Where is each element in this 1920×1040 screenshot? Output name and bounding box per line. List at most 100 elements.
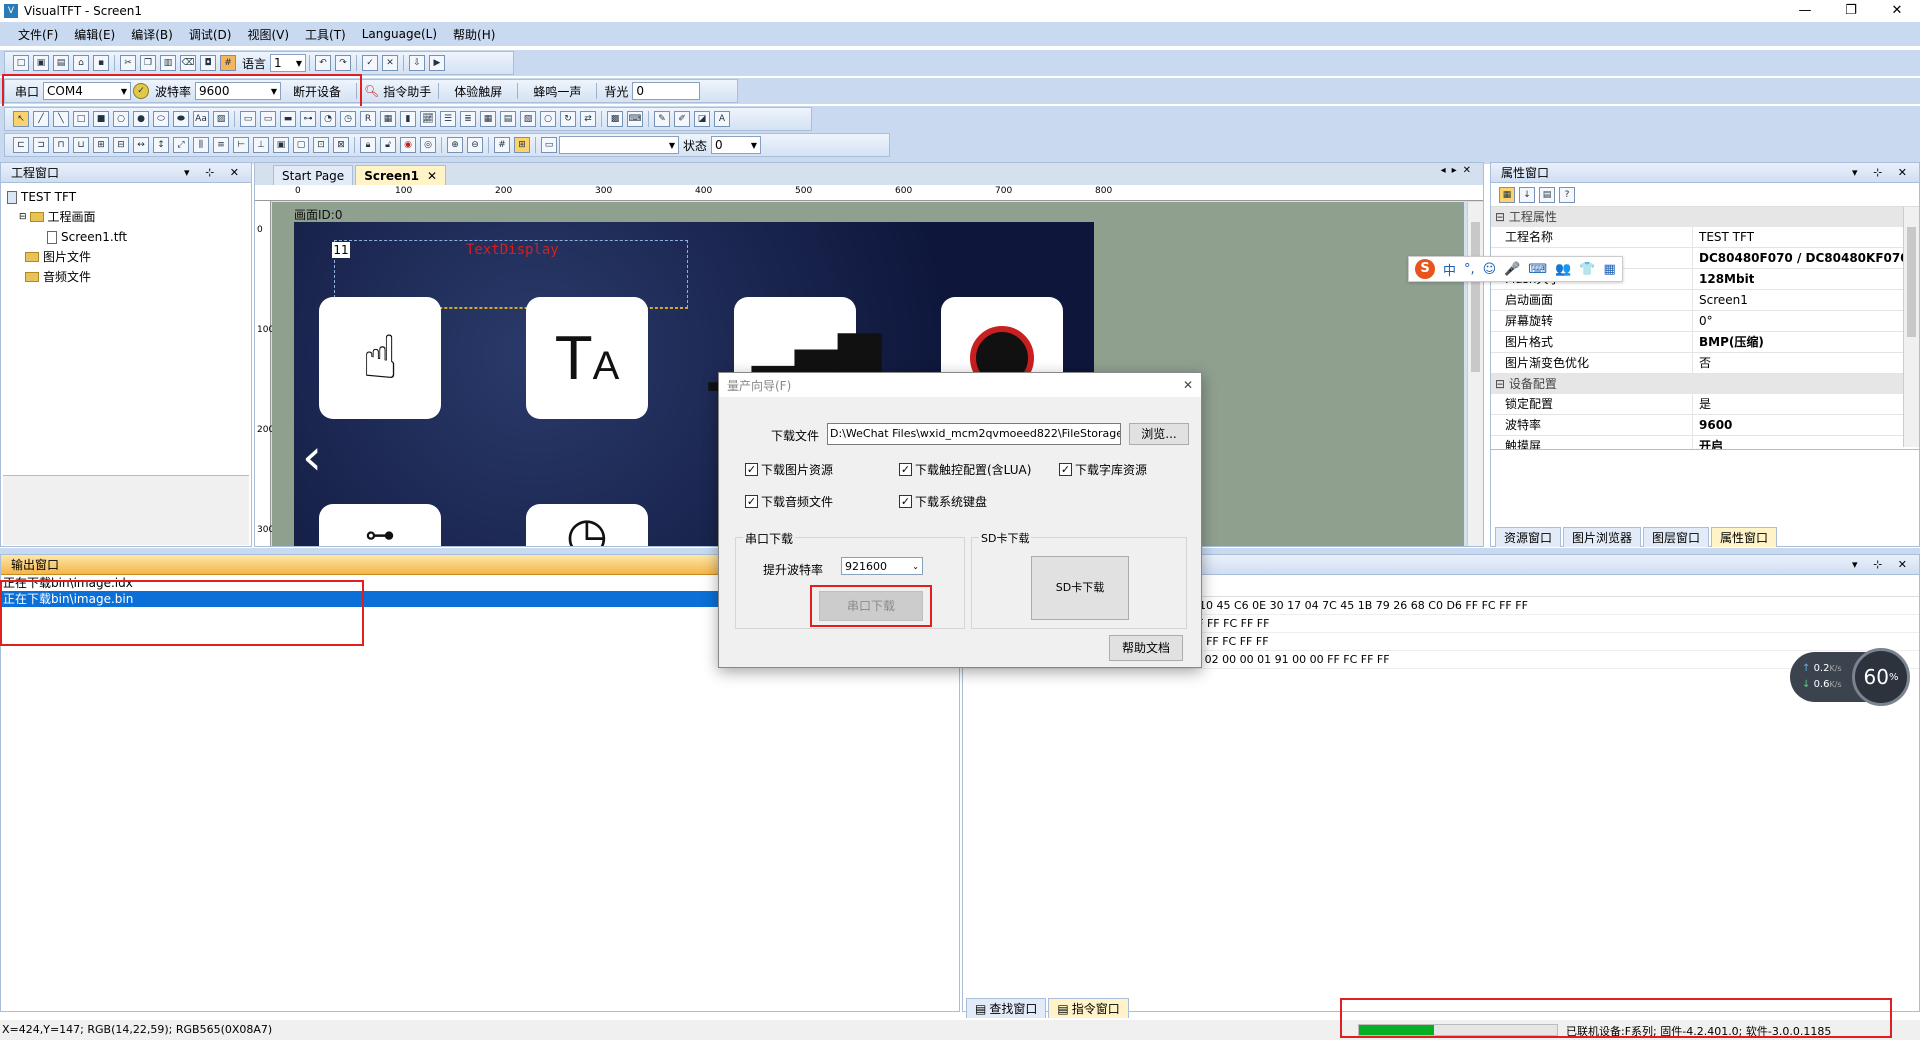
pen-icon[interactable]: ✐ xyxy=(674,111,690,127)
ime-voice-icon[interactable]: 🎤 xyxy=(1504,262,1520,277)
check-images[interactable]: ✓ 下载图片资源 xyxy=(745,461,833,478)
maximize-button[interactable]: ❐ xyxy=(1828,0,1874,22)
menu-tools[interactable]: 工具(T) xyxy=(297,26,354,43)
chart-icon[interactable]: 📈︎ xyxy=(420,111,436,127)
state-select[interactable]: 0 ▼ xyxy=(711,136,762,154)
hide-icon[interactable]: ◉ xyxy=(400,137,416,153)
ime-user-icon[interactable]: 👥 xyxy=(1555,262,1571,277)
battery-icon[interactable]: ▮ xyxy=(400,111,416,127)
menu-file[interactable]: 文件(F) xyxy=(10,26,66,43)
tools-icon[interactable]: ✕ xyxy=(382,55,399,71)
tab-properties[interactable]: 属性窗口 xyxy=(1711,527,1778,547)
property-row[interactable]: 屏幕旋转 0° xyxy=(1491,311,1919,332)
filled-rect-icon[interactable]: ■ xyxy=(93,111,109,127)
ime-chinese-toggle[interactable]: 中 xyxy=(1443,260,1456,279)
snap-icon[interactable]: ⊞ xyxy=(514,137,530,153)
property-row[interactable]: 锁定配置是 xyxy=(1491,394,1919,415)
scrollbar-thumb[interactable] xyxy=(1471,222,1480,372)
brush-icon[interactable]: ✎ xyxy=(654,111,670,127)
backlight-input[interactable]: 0 xyxy=(632,82,701,100)
menu-language[interactable]: Language(L) xyxy=(354,27,445,41)
category-device[interactable]: ⊟ 设备配置 xyxy=(1491,374,1919,394)
compile-icon[interactable]: ✓ xyxy=(362,55,379,71)
bring-front-icon[interactable]: ▣ xyxy=(273,137,289,153)
delete-icon[interactable]: ⌫ xyxy=(180,55,196,71)
properties-scrollbar[interactable] xyxy=(1903,207,1919,447)
new-icon[interactable]: □ xyxy=(13,55,29,71)
slider-tile[interactable]: ⊶ xyxy=(319,504,441,546)
show-icon[interactable]: ◎ xyxy=(420,137,436,153)
rtc-icon[interactable]: R xyxy=(360,111,376,127)
menu-debug[interactable]: 调试(D) xyxy=(181,26,240,43)
property-value[interactable]: 128Mbit xyxy=(1693,269,1754,290)
tree-item-screens[interactable]: ⊟ 工程画面 xyxy=(7,207,251,227)
canvas-scrollbar[interactable] xyxy=(1467,202,1483,546)
tree-item-audio[interactable]: 音频文件 xyxy=(7,267,251,287)
fill-color-icon[interactable]: ◪ xyxy=(694,111,710,127)
tab-start-page[interactable]: Start Page xyxy=(273,165,354,185)
distribute-v-icon[interactable]: ≡ xyxy=(213,137,229,153)
center-v-icon[interactable]: ⊥ xyxy=(253,137,269,153)
line-icon[interactable]: ╱ xyxy=(33,111,49,127)
tab-screen1[interactable]: Screen1 ✕ xyxy=(355,165,447,185)
slider-icon[interactable]: ⊶ xyxy=(300,111,316,127)
ime-skin-icon[interactable]: 👕 xyxy=(1579,262,1595,277)
open-folder-icon[interactable]: ⌂ xyxy=(73,55,89,71)
redo-icon[interactable]: ↷ xyxy=(335,55,352,71)
property-value[interactable]: 是 xyxy=(1693,394,1711,415)
tab-layers[interactable]: 图层窗口 xyxy=(1643,527,1710,547)
filled-circle-icon[interactable]: ● xyxy=(133,111,149,127)
align-bottom-icon[interactable]: ⊔ xyxy=(73,137,89,153)
lock-icon[interactable]: 🔒︎ xyxy=(360,137,376,153)
property-value[interactable]: 0° xyxy=(1693,311,1713,332)
tree-item-root[interactable]: TEST TFT xyxy=(7,187,251,207)
ime-toolbox-icon[interactable]: ▦ xyxy=(1604,262,1616,277)
same-height-icon[interactable]: ↕ xyxy=(153,137,169,153)
check-touch-config[interactable]: ✓ 下载触控配置(含LUA) xyxy=(899,461,1031,478)
close-button[interactable]: ✕ xyxy=(1874,0,1920,22)
touch-tile[interactable]: ☝ xyxy=(319,297,441,419)
number-icon[interactable]: # xyxy=(220,55,236,71)
table-icon[interactable]: ▤ xyxy=(500,111,516,127)
textbox-icon[interactable]: ▭ xyxy=(260,111,276,127)
dialog-close-icon[interactable]: ✕ xyxy=(1183,378,1193,392)
check-keyboard[interactable]: ✓ 下载系统键盘 xyxy=(899,493,987,510)
tab-commands[interactable]: ▤ 指令窗口 xyxy=(1048,998,1129,1018)
grid-icon[interactable]: ▦ xyxy=(480,111,496,127)
help-doc-button[interactable]: 帮助文档 xyxy=(1109,635,1183,661)
align-top-icon[interactable]: ⊓ xyxy=(53,137,69,153)
gauge-icon[interactable]: ◔ xyxy=(320,111,336,127)
qr-icon[interactable]: ▩ xyxy=(607,111,623,127)
paste-icon[interactable]: ▥ xyxy=(160,55,176,71)
rectangle-icon[interactable]: □ xyxy=(73,111,89,127)
screen-select-icon[interactable]: ▭ xyxy=(541,137,557,153)
property-row[interactable]: 启动画面 Screen1 xyxy=(1491,290,1919,311)
check-audio[interactable]: ✓ 下载音频文件 xyxy=(745,493,833,510)
property-value[interactable]: DC80480F070 / DC80480KF070 / xyxy=(1693,248,1917,269)
menu-view[interactable]: 视图(V) xyxy=(239,26,297,43)
send-back-icon[interactable]: ▢ xyxy=(293,137,309,153)
check-fonts[interactable]: ✓ 下载字库资源 xyxy=(1059,461,1147,478)
group-icon[interactable]: ⊡ xyxy=(313,137,329,153)
unlock-icon[interactable]: 🔓︎ xyxy=(380,137,396,153)
same-width-icon[interactable]: ↔ xyxy=(133,137,149,153)
zoom-out-icon[interactable]: ⊖ xyxy=(467,137,483,153)
tree-item-images[interactable]: 图片文件 xyxy=(7,247,251,267)
property-row[interactable]: 图片渐变色优化否 xyxy=(1491,353,1919,374)
property-value[interactable]: Screen1 xyxy=(1693,290,1748,311)
tab-find[interactable]: ▤ 查找窗口 xyxy=(966,998,1047,1018)
cut-icon[interactable]: ✂ xyxy=(120,55,136,71)
touch-test-button[interactable]: 体验触屏 xyxy=(442,83,514,100)
minimize-button[interactable]: — xyxy=(1782,0,1828,22)
circle-icon[interactable]: ○ xyxy=(113,111,129,127)
chevron-left-icon[interactable]: ‹ xyxy=(302,432,322,482)
progress-icon[interactable]: ▬ xyxy=(280,111,296,127)
panel-controls[interactable]: ▾ ⊹ ✕ xyxy=(1852,166,1919,179)
animation-icon[interactable]: ▦ xyxy=(380,111,396,127)
align-left-icon[interactable]: ⊏ xyxy=(13,137,29,153)
tree-item-screen1[interactable]: Screen1.tft xyxy=(7,227,251,247)
tab-resources[interactable]: 资源窗口 xyxy=(1495,527,1562,547)
keyboard-icon[interactable]: ⌨ xyxy=(627,111,643,127)
sogou-logo-icon[interactable]: S xyxy=(1415,259,1435,279)
categorized-icon[interactable]: ▦ xyxy=(1499,186,1515,203)
